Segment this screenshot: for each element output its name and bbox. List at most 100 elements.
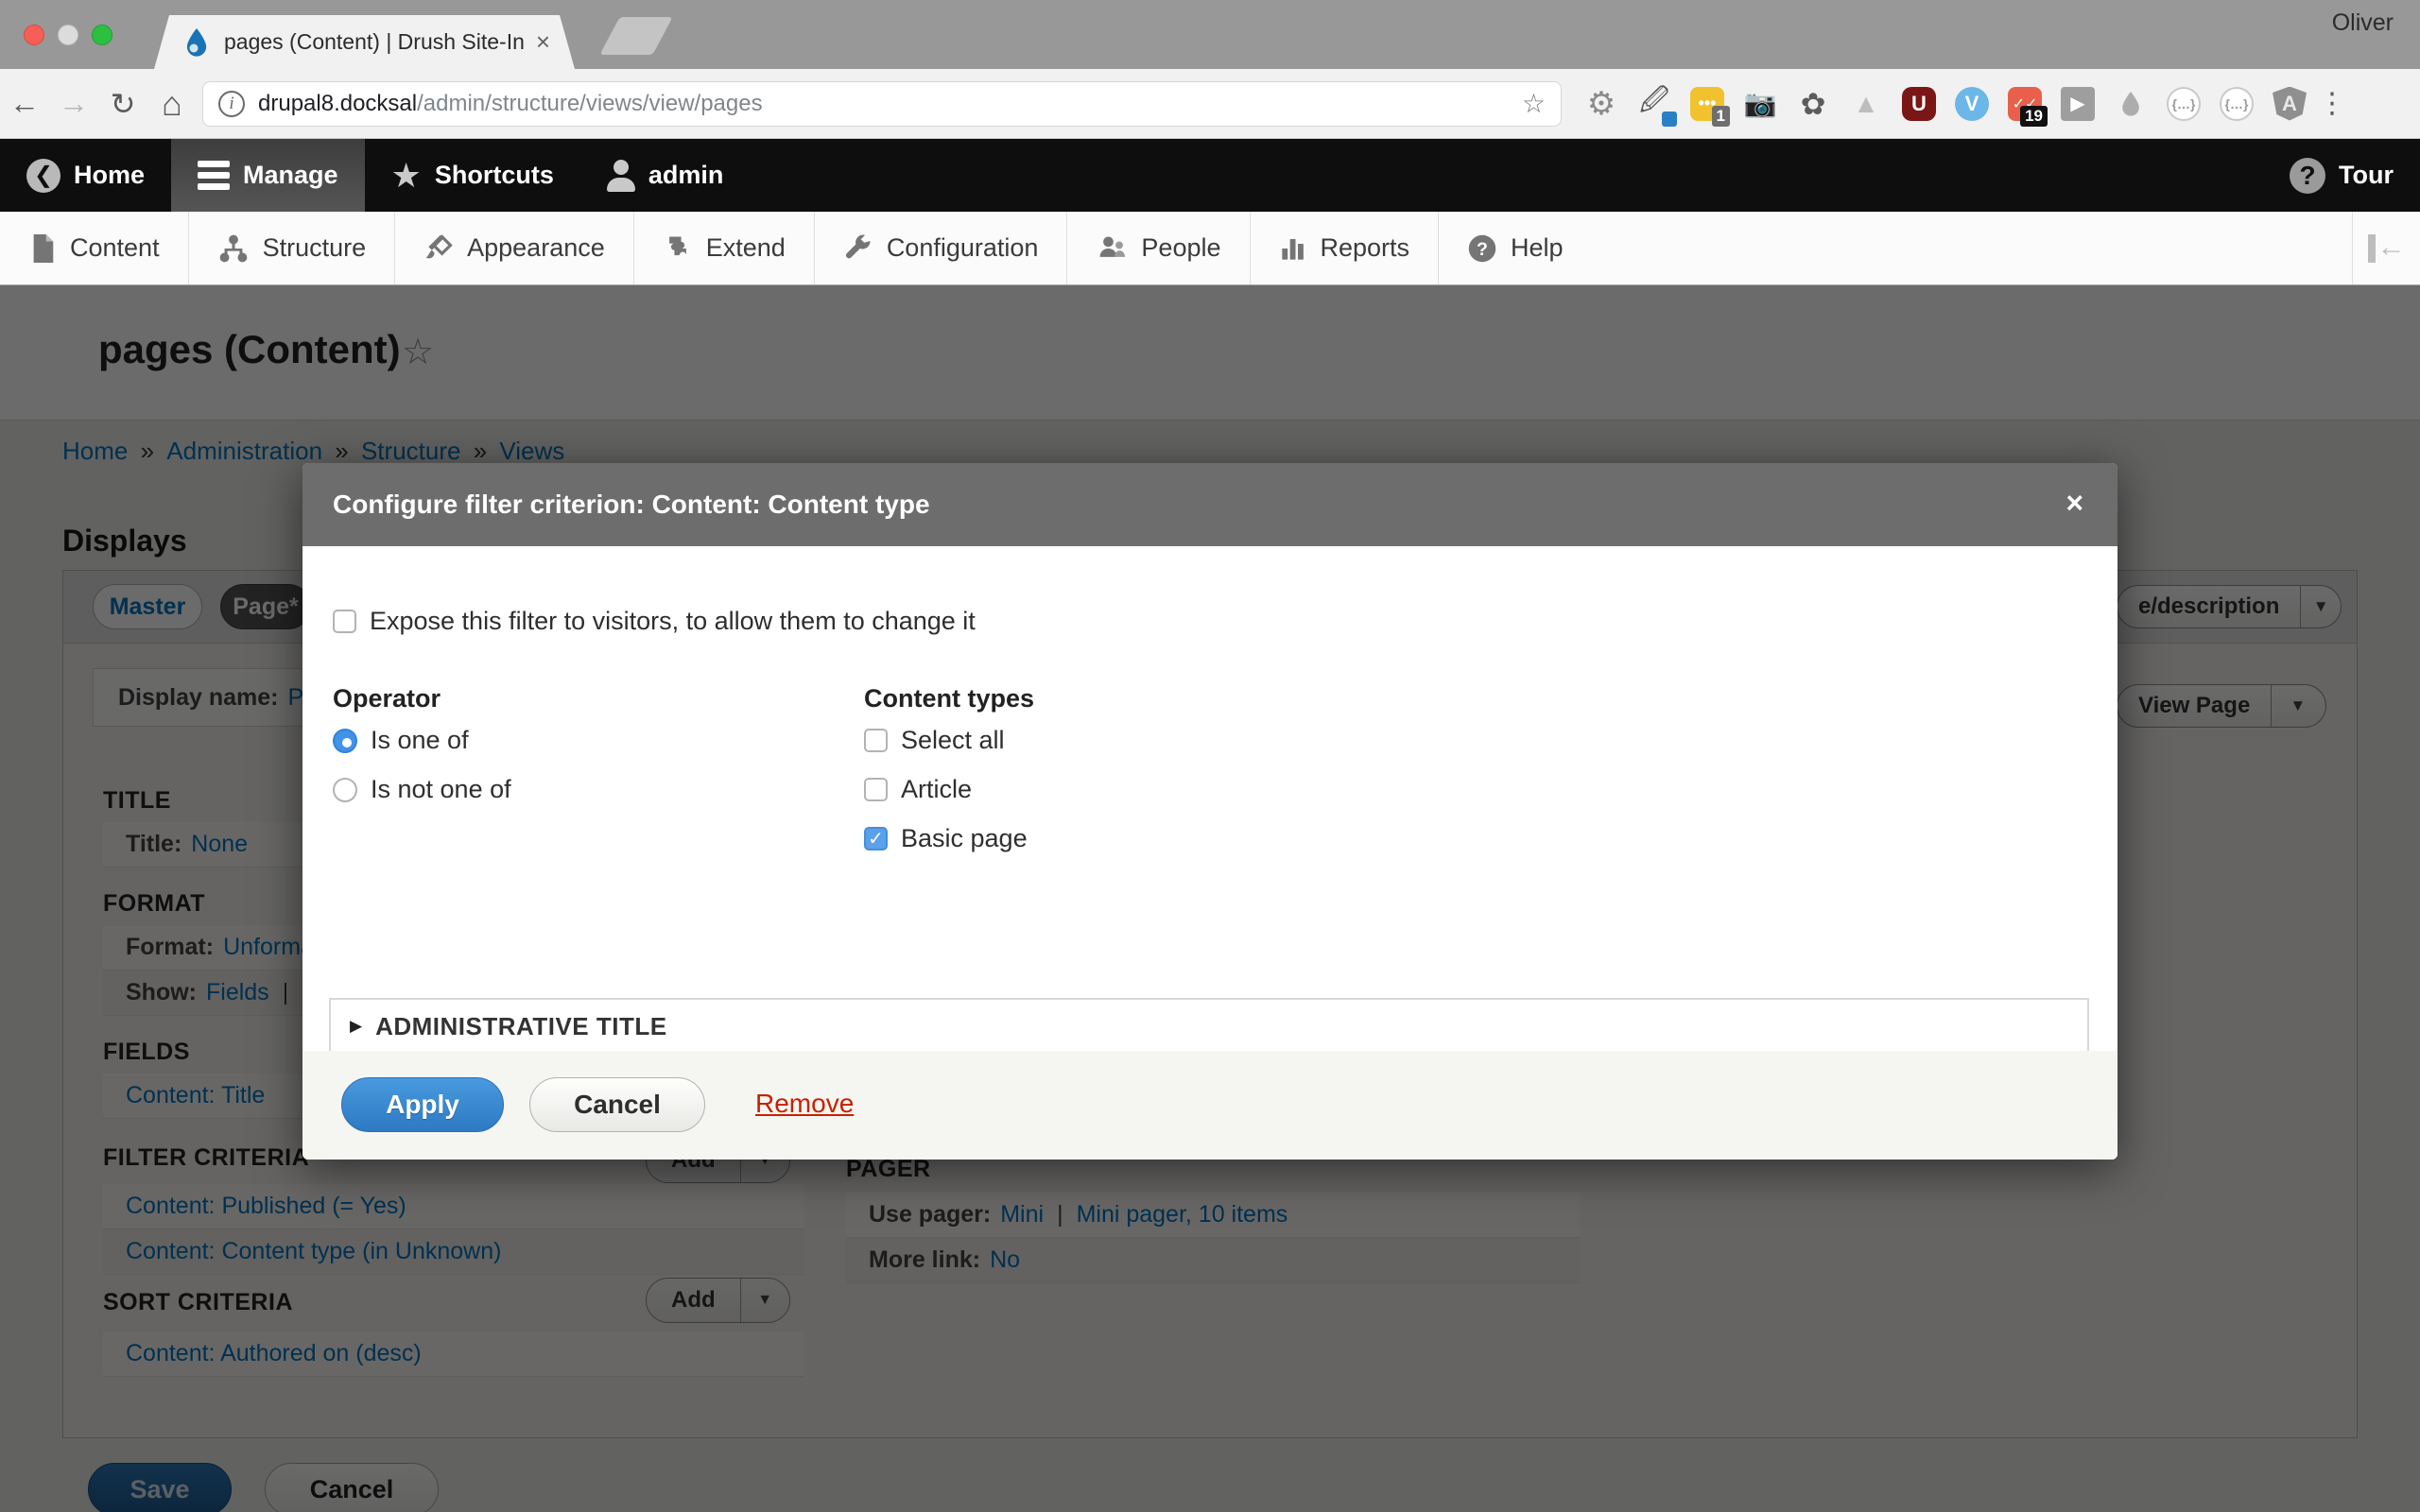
menu-appearance[interactable]: Appearance — [395, 212, 634, 284]
forward-icon[interactable]: → — [49, 86, 98, 121]
operator-option-is-one-of: Is one of — [333, 726, 469, 755]
article-label: Article — [901, 775, 972, 804]
modal-body: Expose this filter to visitors, to allow… — [302, 546, 2118, 1051]
modal-title: Configure filter criterion: Content: Con… — [333, 490, 930, 520]
collapse-icon: ← — [2368, 234, 2406, 263]
modal-close-icon[interactable]: × — [2066, 486, 2083, 521]
content-types-label: Content types — [864, 684, 1034, 713]
hamburger-icon — [198, 161, 230, 190]
select-all-checkbox[interactable] — [864, 729, 888, 752]
zoom-window-button[interactable] — [92, 25, 112, 45]
drive-extension-icon[interactable]: ▲ — [1847, 85, 1885, 123]
drupal-admin-toolbar: ❮ Home Manage ★ Shortcuts admin ? Tour — [0, 139, 2420, 212]
address-bar[interactable]: i drupal8.docksal/admin/structure/views/… — [202, 81, 1562, 127]
angular-extension-icon[interactable]: A — [2271, 85, 2308, 123]
toolbar-tour[interactable]: ? Tour — [2263, 139, 2420, 212]
toolbar-tour-label: Tour — [2339, 161, 2394, 190]
todoist-extension-icon[interactable]: ✓✓ 19 — [2006, 85, 2044, 123]
reload-icon[interactable]: ↻ — [98, 86, 147, 122]
vimium-extension-icon[interactable]: V — [1953, 85, 1991, 123]
document-icon — [28, 232, 57, 265]
close-window-button[interactable] — [24, 25, 44, 45]
gear-extension-icon[interactable]: ⚙ — [1582, 85, 1620, 123]
menu-structure[interactable]: Structure — [189, 212, 396, 284]
type-option-select-all: Select all — [864, 726, 1005, 755]
wrench-icon — [843, 233, 873, 264]
drupal-favicon — [182, 26, 211, 59]
browser-tab-bar: pages (Content) | Drush Site-In × Oliver — [0, 0, 2420, 69]
operator-label: Operator — [333, 684, 441, 713]
browser-tab[interactable]: pages (Content) | Drush Site-In × — [154, 15, 575, 69]
is-one-of-radio[interactable] — [333, 729, 357, 753]
administrative-title-details[interactable]: ▶ ADMINISTRATIVE TITLE — [329, 998, 2089, 1055]
apply-button[interactable]: Apply — [341, 1077, 504, 1132]
type-option-basic-page: ✓ Basic page — [864, 824, 1028, 853]
operator-option-is-not-one-of: Is not one of — [333, 775, 511, 804]
administrative-title-label: ADMINISTRATIVE TITLE — [375, 1012, 667, 1041]
basic-page-checkbox[interactable]: ✓ — [864, 827, 888, 850]
site-info-icon[interactable]: i — [218, 91, 245, 117]
url-host: drupal8.docksal — [258, 91, 417, 116]
minimize-window-button[interactable] — [58, 25, 78, 45]
people-icon — [1096, 233, 1128, 264]
is-not-one-of-label: Is not one of — [371, 775, 511, 804]
tab-title: pages (Content) | Drush Site-In — [224, 29, 528, 55]
toolbar-collapse-button[interactable]: ← — [2352, 212, 2420, 284]
back-icon[interactable]: ← — [0, 86, 49, 121]
tour-question-icon: ? — [2290, 158, 2325, 194]
browser-profile-name[interactable]: Oliver — [2332, 9, 2394, 37]
menu-people[interactable]: People — [1067, 212, 1250, 284]
ublock-extension-icon[interactable]: U — [1900, 85, 1938, 123]
browser-url-bar: ← → ↻ ⌂ i drupal8.docksal/admin/structur… — [0, 69, 2420, 139]
toolbar-home[interactable]: ❮ Home — [0, 139, 171, 212]
toolbar-manage[interactable]: Manage — [171, 139, 365, 212]
svg-text:?: ? — [1477, 239, 1488, 260]
new-tab-button[interactable] — [599, 17, 672, 55]
browser-menu-icon[interactable]: ⋮ — [2318, 87, 2346, 120]
sitemap-icon — [217, 232, 250, 265]
details-arrow-icon: ▶ — [350, 1017, 362, 1036]
toolbar-manage-label: Manage — [243, 161, 338, 190]
modal-cancel-button[interactable]: Cancel — [529, 1077, 705, 1132]
modal-header[interactable]: Configure filter criterion: Content: Con… — [302, 463, 2118, 546]
modal-footer: Apply Cancel Remove — [302, 1051, 2118, 1160]
bookmark-star-icon[interactable]: ☆ — [1522, 88, 1546, 119]
shortcuts-star-icon: ★ — [391, 156, 422, 196]
json-viewer-extension-icon[interactable]: {…} — [2165, 85, 2203, 123]
home-icon[interactable]: ⌂ — [147, 84, 197, 124]
menu-structure-label: Structure — [263, 233, 367, 263]
menu-configuration[interactable]: Configuration — [815, 212, 1068, 284]
filter-config-modal: Configure filter criterion: Content: Con… — [302, 463, 2118, 1160]
toolbar-admin-user[interactable]: admin — [580, 139, 751, 212]
eyedropper-extension-icon[interactable]: 🖉 . — [1635, 85, 1673, 123]
back-to-site-icon: ❮ — [26, 159, 60, 193]
article-checkbox[interactable] — [864, 778, 888, 801]
bar-chart-icon — [1279, 234, 1307, 263]
menu-appearance-label: Appearance — [467, 233, 605, 263]
menu-content-label: Content — [70, 233, 160, 263]
screen: pages (Content) | Drush Site-In × Oliver… — [0, 0, 2420, 1512]
drupal-extension-icon[interactable] — [2112, 85, 2150, 123]
user-icon — [607, 160, 635, 192]
toolbar-shortcuts[interactable]: ★ Shortcuts — [365, 139, 580, 212]
json-viewer2-extension-icon[interactable]: {…} — [2218, 85, 2256, 123]
puzzle-icon — [663, 233, 693, 264]
menu-content[interactable]: Content — [0, 212, 189, 284]
menu-extend[interactable]: Extend — [634, 212, 815, 284]
help-icon: ? — [1467, 233, 1497, 264]
drupal-menu-bar: Content Structure Appearance Extend Conf… — [0, 212, 2420, 285]
menu-help[interactable]: ? Help — [1439, 212, 1592, 284]
expose-filter-checkbox[interactable] — [333, 610, 356, 633]
tab-close-icon[interactable]: × — [536, 27, 550, 57]
toolbar-shortcuts-label: Shortcuts — [435, 161, 554, 190]
extension-row: ⚙ 🖉 . ••• 1 📷 ✿ ▲ U V ✓✓ 19 ▶ — [1582, 85, 2308, 123]
camera-extension-icon[interactable]: 📷 — [1741, 85, 1779, 123]
menu-configuration-label: Configuration — [887, 233, 1039, 263]
remove-link[interactable]: Remove — [755, 1089, 854, 1119]
is-not-one-of-radio[interactable] — [333, 778, 357, 802]
select-all-label: Select all — [901, 726, 1005, 755]
menu-reports[interactable]: Reports — [1251, 212, 1440, 284]
dark-gear-extension-icon[interactable]: ✿ — [1794, 85, 1832, 123]
palette-extension-icon[interactable]: ••• 1 — [1688, 85, 1726, 123]
play-extension-icon[interactable]: ▶ — [2059, 85, 2097, 123]
